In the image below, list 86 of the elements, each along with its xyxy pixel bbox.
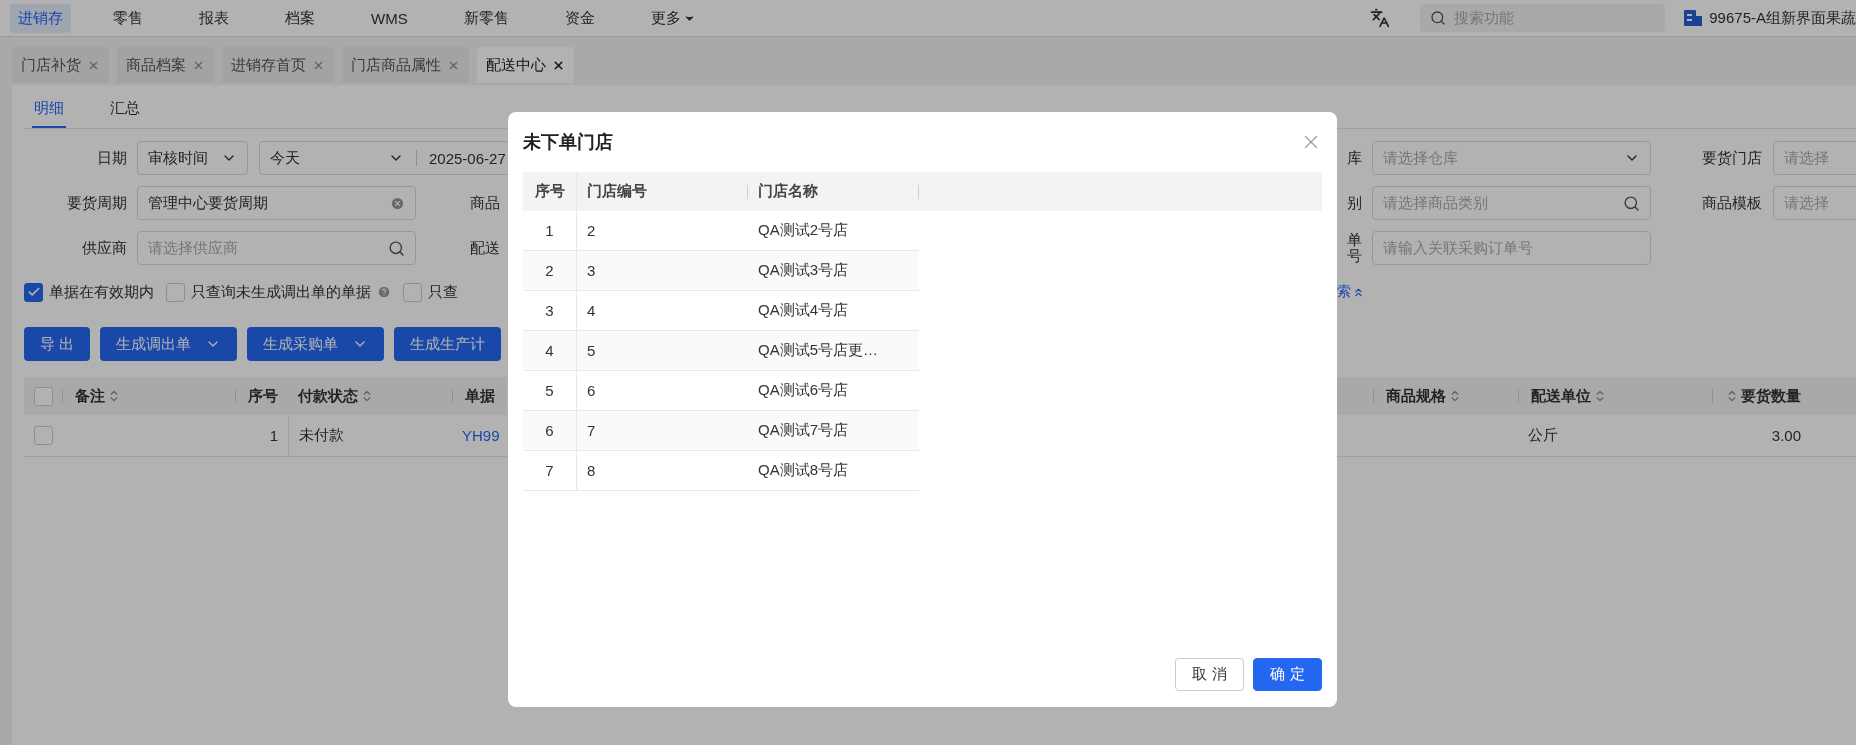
sub-tab[interactable]: 汇总 <box>108 99 142 128</box>
table-cell: 6 <box>545 422 554 439</box>
action-button[interactable]: 生成生产计 <box>394 327 502 361</box>
document-link[interactable]: YH99 <box>462 427 500 444</box>
table-cell: 1 <box>269 427 278 444</box>
filter-label: 要货门店 <box>1701 150 1763 166</box>
column-header: 备注 <box>75 386 105 406</box>
confirm-button[interactable]: 确 定 <box>1253 658 1322 691</box>
check-icon <box>26 285 41 299</box>
page-tab[interactable]: 门店商品属性 <box>342 47 469 83</box>
date-range-field[interactable]: 今天 2025-06-27 <box>259 141 507 175</box>
table-cell: 3 <box>545 302 554 319</box>
table-cell: 7 <box>545 462 554 479</box>
table-cell: QA测试8号店 <box>758 461 848 480</box>
column-header: 单据 <box>465 386 495 406</box>
page-tab[interactable]: 门店补货 <box>12 47 109 83</box>
filter-label: 单号 <box>1346 232 1363 264</box>
option-label: 单据在有效期内 <box>49 282 154 302</box>
filter-label: 库 <box>1346 150 1363 166</box>
clear-icon[interactable] <box>390 195 405 211</box>
building-icon <box>1683 9 1704 27</box>
page-tab[interactable]: 商品档案 <box>117 47 214 83</box>
nav-item[interactable]: 新零售 <box>455 3 517 33</box>
action-button[interactable]: 生成调出单 <box>100 327 238 361</box>
option-label: 只查询未生成调出单的单据 <box>191 282 371 302</box>
action-button[interactable]: 生成采购单 <box>247 327 385 361</box>
filter-label: 商品模板 <box>1701 195 1763 211</box>
column-header: 付款状态 <box>298 386 358 406</box>
table-cell: 2 <box>587 222 596 239</box>
filter-label: 日期 <box>96 150 128 166</box>
table-cell: 3 <box>587 262 596 279</box>
search-icon <box>1430 10 1447 26</box>
search-icon <box>388 239 405 257</box>
option-label: 只查 <box>428 282 458 302</box>
table-cell: 公斤 <box>1528 426 1558 445</box>
nav-item[interactable]: 更多 <box>642 3 704 33</box>
date-type-select[interactable]: 审核时间 <box>137 141 248 175</box>
nav-item[interactable]: 进销存 <box>10 3 71 33</box>
table-cell: 未付款 <box>299 426 344 445</box>
table-cell: QA测试2号店 <box>758 221 848 240</box>
page-tab[interactable]: 配送中心 <box>477 47 574 83</box>
nav-item[interactable]: WMS <box>363 4 416 32</box>
column-header: 要货数量 <box>1741 386 1801 406</box>
sub-tab[interactable]: 明细 <box>32 99 66 128</box>
table-cell: QA测试5号店更… <box>758 341 878 360</box>
table-cell: 5 <box>545 382 554 399</box>
dialog-title: 未下单门店 <box>523 131 613 154</box>
table-cell: QA测试7号店 <box>758 421 848 440</box>
column-header: 门店编号 <box>587 182 647 201</box>
table-cell: 1 <box>545 222 554 239</box>
nav-item[interactable]: 档案 <box>277 3 323 33</box>
table-cell: 3.00 <box>1771 427 1801 444</box>
nav-item[interactable]: 资金 <box>556 3 603 33</box>
help-icon[interactable] <box>377 285 391 299</box>
table-cell: 4 <box>587 302 596 319</box>
table-cell: QA测试6号店 <box>758 381 848 400</box>
translate-icon[interactable] <box>1370 8 1391 28</box>
period-select[interactable]: 管理中心要货周期 <box>137 186 416 220</box>
nav-item[interactable]: 报表 <box>191 3 237 33</box>
table-cell: 8 <box>587 462 596 479</box>
table-cell: 6 <box>587 382 596 399</box>
column-header: 序号 <box>248 386 278 406</box>
filter-label: 供应商 <box>81 240 128 256</box>
column-header: 配送单位 <box>1531 386 1591 406</box>
column-header: 商品规格 <box>1386 386 1446 406</box>
filter-label: 配送 <box>470 238 500 258</box>
column-header: 门店名称 <box>758 182 818 201</box>
action-button[interactable]: 导 出 <box>24 327 91 361</box>
table-cell: 4 <box>545 342 554 359</box>
table-cell: 5 <box>587 342 596 359</box>
page-tab[interactable]: 进销存首页 <box>222 47 334 83</box>
filter-label: 要货周期 <box>66 195 128 211</box>
filter-label: 商品 <box>470 193 500 213</box>
table-cell: 2 <box>545 262 554 279</box>
table-cell: QA测试4号店 <box>758 301 848 320</box>
checkbox[interactable] <box>24 282 43 302</box>
column-header: 序号 <box>534 182 565 201</box>
close-icon[interactable] <box>552 58 565 72</box>
filter-label: 别 <box>1346 195 1363 211</box>
table-cell: QA测试3号店 <box>758 261 848 280</box>
organization-name[interactable]: 99675-A组新界面果蔬 <box>1709 8 1856 28</box>
collapse-link[interactable]: 索 <box>1337 283 1365 301</box>
nav-item[interactable]: 零售 <box>105 3 151 33</box>
search-icon <box>1623 194 1640 212</box>
cancel-button[interactable]: 取 消 <box>1175 658 1244 691</box>
table-cell: 7 <box>587 422 596 439</box>
